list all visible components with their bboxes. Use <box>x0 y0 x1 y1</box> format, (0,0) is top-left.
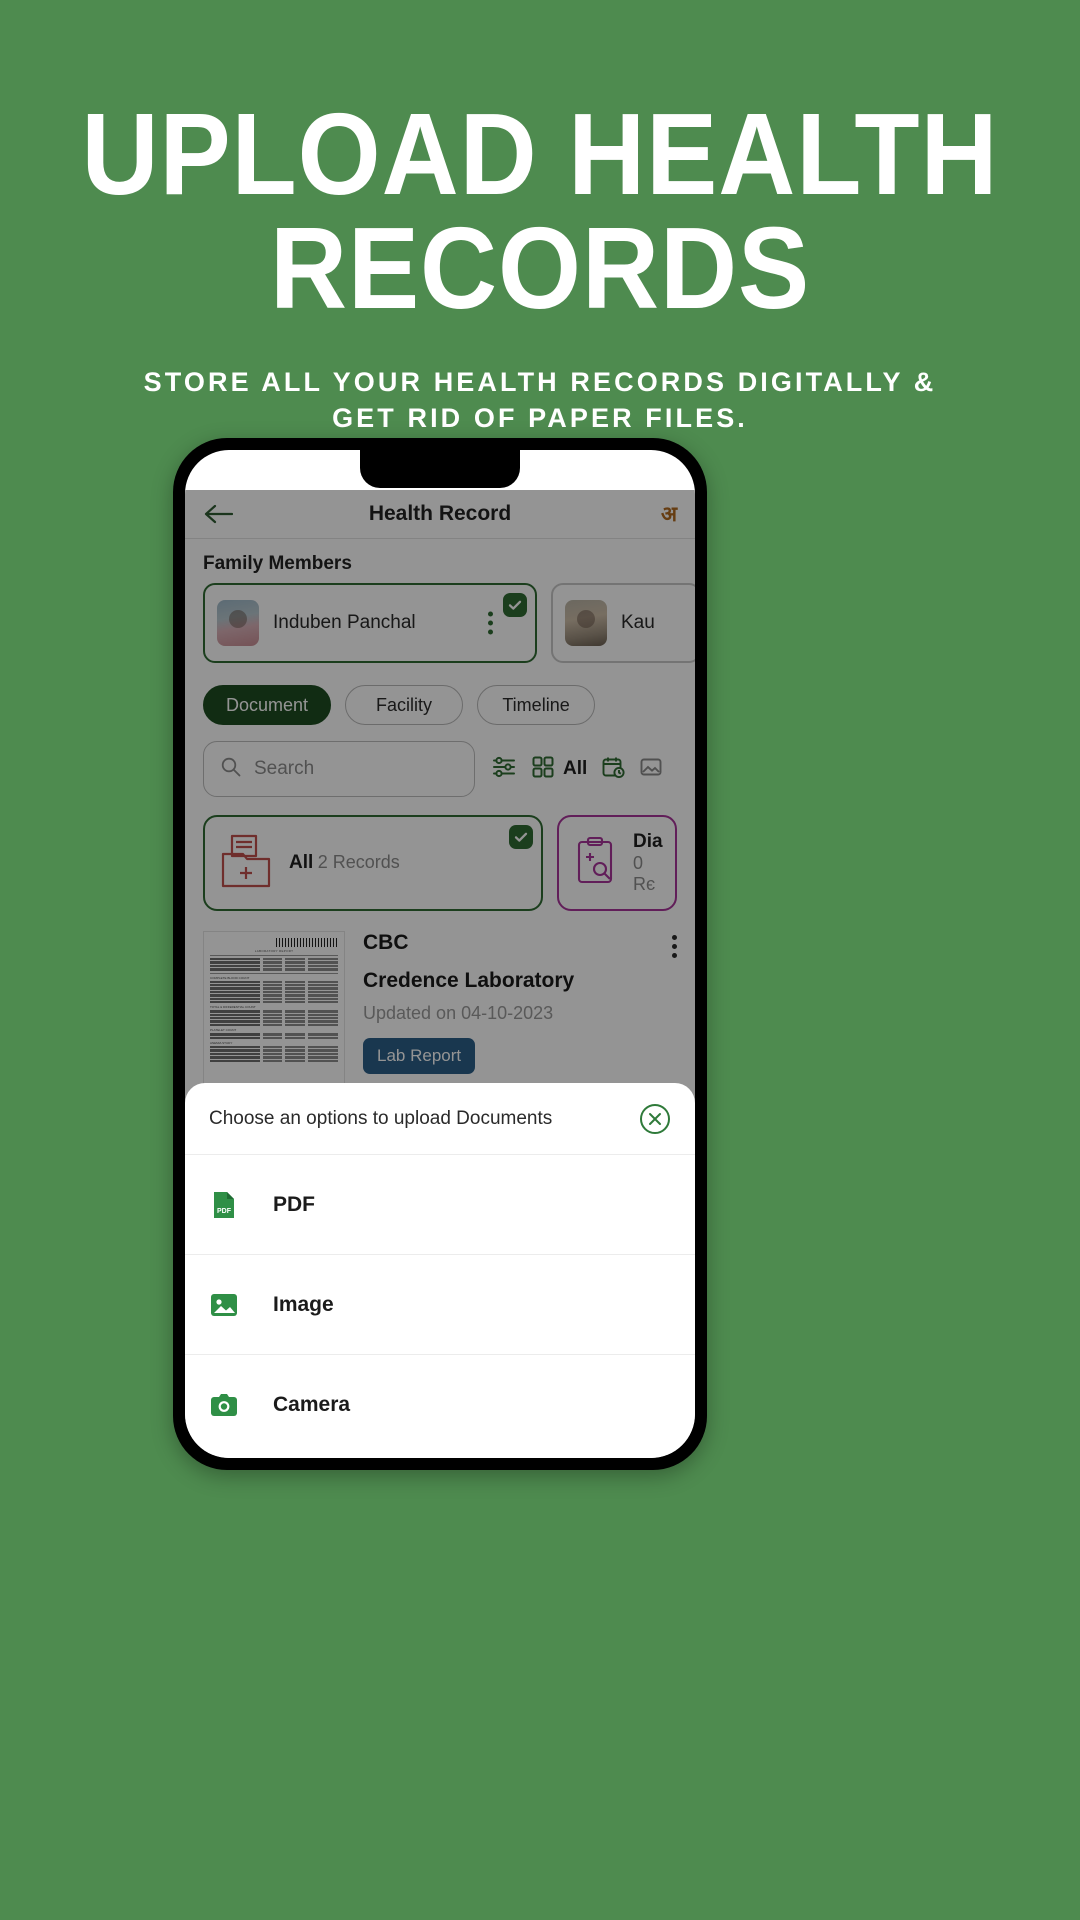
record-view-tabs: Document Facility Timeline <box>185 663 695 725</box>
sheet-header: Choose an options to upload Documents <box>185 1083 695 1155</box>
category-text: Dia 0 Rє <box>633 831 663 895</box>
search-placeholder: Search <box>254 758 315 779</box>
camera-icon <box>209 1390 239 1420</box>
phone-notch <box>360 450 520 488</box>
hide-image-icon[interactable] <box>639 755 663 784</box>
report-search-icon <box>573 836 617 891</box>
family-members-list: Induben Panchal Kau <box>185 583 695 663</box>
page-title-line-1: Upload Health <box>81 89 999 219</box>
search-input[interactable]: Search <box>203 741 475 797</box>
record-category-list: All 2 Records Dia 0 Rє <box>185 797 695 911</box>
tab-timeline[interactable]: Timeline <box>477 685 596 725</box>
thumbnail-header-text: LABORATORY REPORT <box>254 949 294 953</box>
search-icon <box>220 756 242 783</box>
selected-check-icon <box>503 593 527 617</box>
category-subtitle: 0 Rє <box>633 853 656 894</box>
family-member-name: Kau <box>621 612 655 633</box>
calendar-clock-icon[interactable] <box>601 755 625 784</box>
sheet-title: Choose an options to upload Documents <box>209 1107 553 1129</box>
phone-mockup: Health Record अ Family Members Induben P… <box>173 438 707 1470</box>
app-bar-title: Health Record <box>368 502 512 525</box>
category-title: Dia <box>633 831 663 852</box>
page-title-line-2: Records <box>269 202 811 333</box>
tab-facility[interactable]: Facility <box>345 685 464 725</box>
pdf-file-icon: PDF <box>209 1190 239 1220</box>
document-title: CBC <box>363 931 409 954</box>
thumbnail-section-1: COMPLETE BLOOD COUNT <box>210 975 250 980</box>
filter-sliders-icon[interactable] <box>491 754 517 785</box>
toolbar-icons: All <box>491 754 663 785</box>
kebab-menu-icon[interactable] <box>672 931 677 958</box>
promo-header: Upload Health Records Store all your hea… <box>0 0 1080 437</box>
category-text: All 2 Records <box>289 852 400 874</box>
barcode-graphic <box>276 938 338 947</box>
family-member-card[interactable]: Induben Panchal <box>203 583 537 663</box>
upload-option-label: PDF <box>273 1192 315 1216</box>
upload-option-label: Camera <box>273 1393 351 1416</box>
thumbnail-section-2: TOTAL & DIFFERENTIAL COUNT <box>210 1005 256 1010</box>
thumbnail-section-4: ANEMIA STUDY <box>210 1041 233 1046</box>
family-members-heading: Family Members <box>203 553 352 574</box>
family-member-name: Induben Panchal <box>273 612 416 633</box>
search-toolbar: Search All <box>185 725 695 797</box>
document-updated-date: Updated on 04-10-2023 <box>363 1003 554 1023</box>
upload-options-sheet: Choose an options to upload Documents PD… <box>185 1083 695 1458</box>
kebab-menu-icon[interactable] <box>488 611 493 635</box>
upload-option-label: Image <box>273 1292 334 1316</box>
category-card-all[interactable]: All 2 Records <box>203 815 543 911</box>
grid-view-icon[interactable] <box>531 755 555 784</box>
tab-document[interactable]: Document <box>203 685 332 725</box>
medical-folder-icon <box>219 832 273 895</box>
document-info: CBC Credence Laboratory Updated on 04-10… <box>363 931 654 1074</box>
page-subtitle-line-1: Store all your health records digitally … <box>143 367 937 398</box>
phone-screen: Health Record अ Family Members Induben P… <box>185 450 695 1458</box>
page-subtitle: Store all your health records digitally … <box>0 365 1080 436</box>
document-type-badge: Lab Report <box>363 1038 476 1074</box>
selected-check-icon <box>509 825 533 849</box>
thumbnail-section-3: PLATELET COUNT <box>210 1028 237 1033</box>
page-title: Upload Health Records <box>43 0 1037 325</box>
all-label[interactable]: All <box>563 758 587 780</box>
avatar <box>565 600 607 646</box>
category-subtitle: 2 Records <box>317 852 400 872</box>
upload-option-camera[interactable]: Camera <box>185 1355 695 1455</box>
upload-option-pdf[interactable]: PDF PDF <box>185 1155 695 1255</box>
upload-option-image[interactable]: Image <box>185 1255 695 1355</box>
page-subtitle-line-2: get rid of paper files. <box>332 402 748 433</box>
family-member-card[interactable]: Kau <box>551 583 695 663</box>
svg-text:PDF: PDF <box>217 1208 232 1215</box>
close-circle-icon[interactable] <box>639 1103 671 1135</box>
app-content-dimmed: Health Record अ Family Members Induben P… <box>185 490 695 1123</box>
category-card-diabetes[interactable]: Dia 0 Rє <box>557 815 677 911</box>
document-lab-name: Credence Laboratory <box>363 969 575 992</box>
category-title: All <box>289 852 314 873</box>
avatar <box>217 600 259 646</box>
image-icon <box>209 1290 239 1320</box>
app-bar: Health Record अ <box>185 490 695 538</box>
